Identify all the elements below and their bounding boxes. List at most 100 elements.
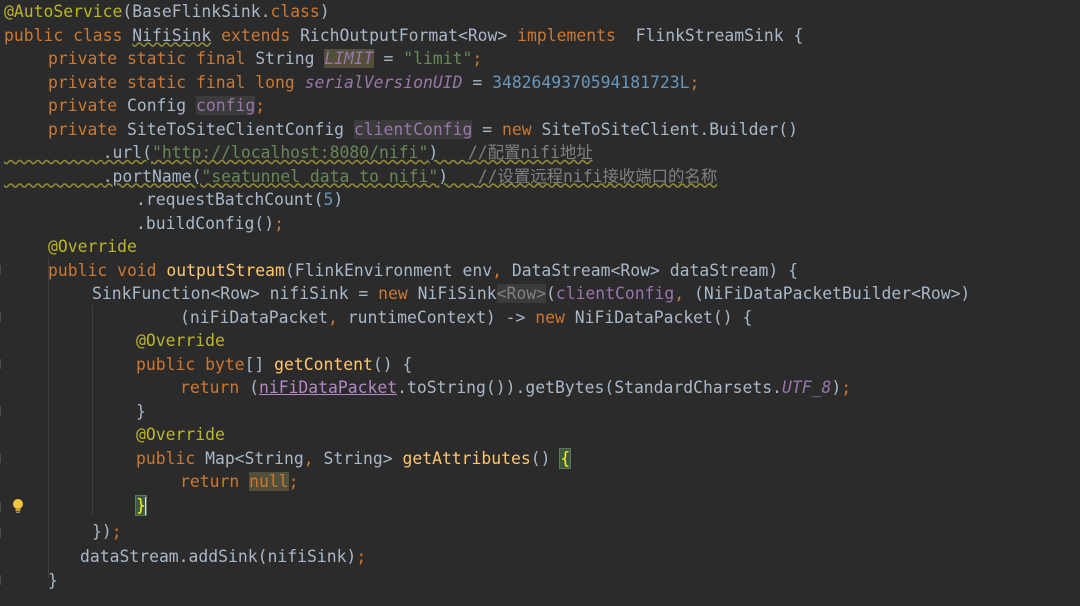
code-line-16[interactable]: public byte[] getContent() {: [136, 353, 412, 376]
code-line-7[interactable]: .url("http://localhost:8080/nifi") //配置n…: [4, 141, 593, 164]
code-token: ,: [303, 448, 324, 468]
fold-marker[interactable]: [0, 359, 4, 369]
indent-guide: [92, 305, 93, 515]
keyword-token: private static final: [48, 49, 256, 68]
code-token: <Row>: [496, 284, 546, 303]
method-name-token: getContent: [274, 354, 373, 374]
code-token: .toString()).getBytes(StandardCharsets.: [397, 378, 782, 397]
keyword-token: public class: [4, 25, 133, 45]
code-line-18[interactable]: }: [136, 400, 146, 423]
code-line-22[interactable]: }: [135, 494, 147, 517]
code-token: (: [249, 378, 259, 397]
code-line-4[interactable]: private static final long serialVersionU…: [48, 71, 699, 94]
code-token: ;: [111, 522, 122, 541]
code-token: =: [373, 49, 404, 68]
code-token: (NiFiDataPacketBuilder<Row>): [694, 284, 971, 303]
code-token: ): [333, 190, 344, 209]
code-line-6[interactable]: private SiteToSiteClientConfig clientCon…: [48, 118, 798, 141]
string-token: "seatunnel data to nifi": [201, 166, 439, 186]
code-line-11[interactable]: @Override: [48, 235, 137, 258]
code-token: ;: [356, 547, 367, 566]
code-token: ): [319, 2, 330, 21]
code-token: .buildConfig(): [136, 213, 275, 233]
code-line-23[interactable]: });: [92, 520, 122, 543]
code-line-25[interactable]: }: [48, 569, 58, 592]
code-token: SiteToSiteClient.Builder(): [541, 119, 799, 139]
string-token: "http://localhost:8080/nifi": [152, 143, 429, 162]
code-line-1[interactable]: @AutoService(BaseFlinkSink.class): [4, 0, 330, 23]
fold-marker[interactable]: [0, 406, 4, 416]
keyword-token: null: [249, 472, 289, 491]
matched-brace: {: [559, 447, 572, 469]
code-line-10[interactable]: .buildConfig();: [136, 212, 284, 235]
code-token: []: [244, 354, 275, 374]
keyword-token: new: [535, 307, 575, 327]
code-token: (niFiDataPacket: [180, 307, 329, 327]
constant-token: UTF_8: [781, 378, 832, 397]
keyword-token: new: [501, 119, 542, 139]
code-token: ): [831, 378, 842, 397]
constant-token: LIMIT: [324, 49, 374, 68]
code-line-2[interactable]: public class NifiSink extends RichOutput…: [4, 24, 803, 47]
fold-marker[interactable]: [0, 528, 4, 538]
comment-token: //设置远程nifi接收端口的名称: [477, 166, 718, 186]
code-token: .requestBatchCount(: [136, 190, 324, 209]
code-line-12[interactable]: public void outputStream(FlinkEnvironmen…: [48, 259, 798, 282]
code-token: =: [462, 72, 493, 92]
code-token: ;: [689, 72, 700, 92]
lightbulb-icon[interactable]: [11, 498, 25, 514]
code-token: }: [48, 570, 58, 590]
fold-marker[interactable]: [0, 502, 4, 512]
code-line-9[interactable]: .requestBatchCount(5): [136, 188, 343, 211]
code-line-21[interactable]: return null;: [180, 470, 298, 493]
code-token: ;: [274, 213, 285, 233]
annotation-token: @Override: [136, 425, 225, 444]
keyword-token: return: [180, 472, 250, 491]
keyword-token: private: [48, 96, 127, 115]
constant-token: serialVersionUID: [304, 72, 463, 92]
code-line-20[interactable]: public Map<String, String> getAttributes…: [136, 447, 572, 470]
code-line-8[interactable]: .portName("seatunnel data to nifi") //设置…: [4, 165, 718, 188]
code-token: }): [92, 522, 112, 541]
keyword-token: private static final long: [48, 72, 305, 92]
annotation-token: @Override: [136, 331, 225, 350]
code-token: ;: [288, 472, 299, 491]
fold-marker[interactable]: [0, 312, 4, 322]
code-token: NiFiDataPacket() {: [574, 307, 753, 327]
code-line-5[interactable]: private Config config;: [48, 94, 265, 117]
code-token: }: [136, 401, 146, 421]
field-token: clientConfig: [555, 284, 675, 303]
fold-marker[interactable]: [0, 453, 4, 463]
code-token: ): [428, 143, 468, 162]
code-token: () {: [372, 354, 413, 374]
code-line-19[interactable]: @Override: [136, 423, 225, 446]
code-token: .portName(: [102, 166, 202, 186]
code-line-17[interactable]: return (niFiDataPacket.toString()).getBy…: [180, 376, 851, 399]
code-token: RichOutputFormat<Row>: [300, 25, 518, 45]
field-token: clientConfig: [353, 119, 473, 139]
code-token: (: [545, 284, 556, 303]
code-token: (BaseFlinkSink.: [122, 2, 271, 21]
keyword-token: extends: [211, 25, 301, 45]
code-token: (): [530, 448, 561, 468]
keyword-token: byte: [205, 354, 245, 374]
code-line-3[interactable]: private static final String LIMIT = "lim…: [48, 47, 482, 70]
parameter-token: niFiDataPacket: [258, 378, 398, 397]
code-line-13[interactable]: SinkFunction<Row> nifiSink = new NiFiSin…: [92, 282, 970, 305]
code-token: SiteToSiteClientConfig: [126, 119, 354, 139]
fold-marker[interactable]: [0, 265, 4, 275]
code-token: String>: [323, 448, 403, 468]
code-line-15[interactable]: @Override: [136, 329, 225, 352]
code-token: =: [472, 119, 502, 139]
method-name-token: getAttributes: [402, 448, 531, 468]
method-name-token: outputStream: [166, 260, 285, 280]
code-token: ,: [492, 260, 512, 280]
code-token: ): [438, 166, 478, 186]
code-line-14[interactable]: (niFiDataPacket, runtimeContext) -> new …: [180, 306, 752, 329]
code-token: .url(: [102, 143, 153, 162]
fold-marker[interactable]: [0, 575, 4, 585]
code-line-24[interactable]: dataStream.addSink(nifiSink);: [80, 545, 366, 568]
code-editor[interactable]: @AutoService(BaseFlinkSink.class) public…: [0, 0, 1080, 606]
class-name-token: NifiSink: [132, 25, 212, 45]
number-token: 5: [323, 190, 334, 209]
